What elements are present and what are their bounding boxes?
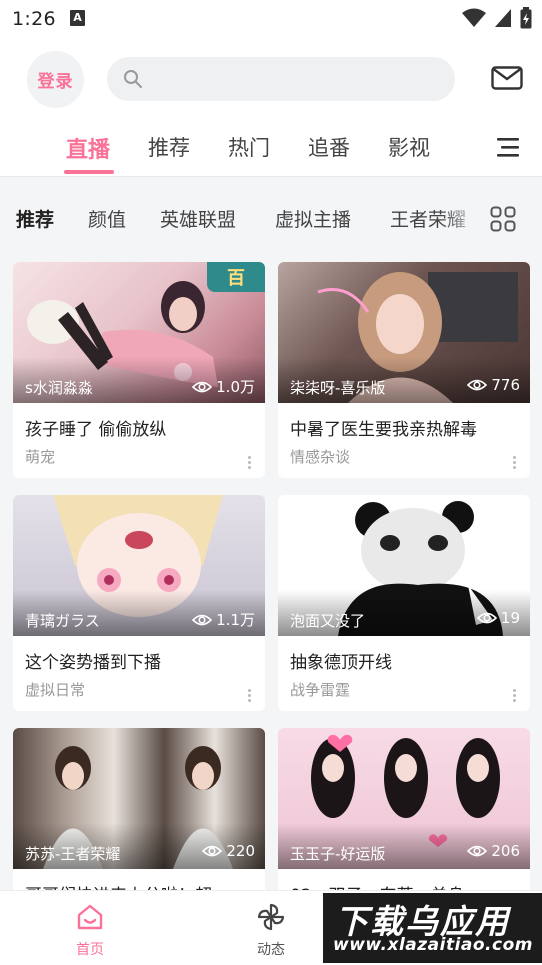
nav-feed-label: 动态 <box>257 942 285 958</box>
card-category[interactable]: 情感杂谈 <box>290 446 350 467</box>
card-title: 中暑了医生要我亲热解毒 <box>290 420 477 440</box>
eye-icon <box>467 379 488 391</box>
status-time: 1:26 <box>12 8 56 30</box>
more-options-icon[interactable] <box>513 456 516 470</box>
tabs-fade <box>440 177 485 255</box>
anchor-name: 青璃ガラス <box>25 612 100 630</box>
live-card[interactable]: 泡面又没了 19 抽象德顶开线 战争雷霆 <box>278 495 530 711</box>
live-card[interactable]: 柒柒呀-喜乐版 776 中暑了医生要我亲热解毒 情感杂谈 <box>278 262 530 478</box>
subtab-recommend[interactable]: 推荐 <box>16 205 54 232</box>
card-category[interactable]: 战争雷霆 <box>290 679 350 700</box>
eye-icon <box>192 381 213 392</box>
home-icon <box>77 904 103 930</box>
system-icons <box>462 7 532 29</box>
subtab-looks[interactable]: 颜值 <box>88 205 126 232</box>
viewer-count: 206 <box>467 842 520 860</box>
login-button[interactable]: 登录 <box>27 51 84 108</box>
pinwheel-icon <box>257 903 285 931</box>
signal-icon <box>495 9 511 27</box>
live-card[interactable]: 青璃ガラス 1.1万 这个姿势播到下播 虚拟日常 <box>13 495 265 711</box>
card-title: 这个姿势播到下播 <box>25 653 161 673</box>
viewer-count: 19 <box>476 609 520 627</box>
subtab-vtuber[interactable]: 虚拟主播 <box>275 205 351 232</box>
card-title: 抽象德顶开线 <box>290 653 392 673</box>
battery-icon <box>520 7 532 29</box>
more-options-icon[interactable] <box>248 689 251 703</box>
search-icon <box>124 70 142 88</box>
mail-icon[interactable] <box>491 66 523 90</box>
search-input[interactable] <box>151 65 441 93</box>
nav-home-label: 首页 <box>76 942 104 958</box>
tab-hot[interactable]: 热门 <box>228 132 270 162</box>
tab-live[interactable]: 直播 <box>66 132 110 164</box>
more-options-icon[interactable] <box>248 456 251 470</box>
eye-icon <box>202 845 223 857</box>
grid-icon[interactable] <box>490 206 516 232</box>
more-options-icon[interactable] <box>513 689 516 703</box>
viewer-count-value: 206 <box>491 842 520 860</box>
tab-recommend[interactable]: 推荐 <box>148 132 190 162</box>
eye-icon <box>192 614 213 625</box>
subtab-lol[interactable]: 英雄联盟 <box>160 205 236 232</box>
anchor-name: s水润淼淼 <box>25 379 93 397</box>
content-area: 推荐 颜值 英雄联盟 虚拟主播 王者荣耀 百 s水润淼淼 1.0万 孩子睡了 偷… <box>0 176 542 965</box>
nav-home[interactable]: 首页 <box>50 891 130 965</box>
viewer-count: 220 <box>202 842 255 860</box>
search-bar[interactable] <box>107 57 455 101</box>
anchor-name: 玉玉子-好运版 <box>290 845 386 863</box>
tab-movies[interactable]: 影视 <box>388 132 430 162</box>
card-category[interactable]: 虚拟日常 <box>25 679 85 700</box>
status-bar: 1:26 A <box>0 0 542 38</box>
viewer-count-value: 1.1万 <box>216 611 255 629</box>
tab-anime[interactable]: 追番 <box>308 132 350 162</box>
category-tabs: 推荐 颜值 英雄联盟 虚拟主播 王者荣耀 <box>0 177 542 255</box>
viewer-count-value: 1.0万 <box>216 378 255 396</box>
menu-icon[interactable] <box>497 136 519 158</box>
top-tabs: 直播 推荐 热门 追番 影视 <box>0 126 542 176</box>
badge-icon: 百 <box>207 262 265 292</box>
viewer-count-value: 776 <box>491 376 520 394</box>
notification-icon: A <box>70 10 85 26</box>
card-category[interactable]: 萌宠 <box>25 446 55 467</box>
viewer-count: 776 <box>467 376 520 394</box>
eye-icon <box>467 845 488 857</box>
viewer-count: 1.1万 <box>192 609 255 630</box>
nav-feed[interactable]: 动态 <box>231 891 311 965</box>
viewer-count: 1.0万 <box>192 376 255 397</box>
anchor-name: 柒柒呀-喜乐版 <box>290 379 386 397</box>
eye-icon <box>476 612 497 624</box>
wifi-icon <box>462 8 486 27</box>
card-title: 孩子睡了 偷偷放纵 <box>25 420 167 440</box>
header: 登录 <box>0 48 542 110</box>
active-tab-indicator <box>64 170 114 174</box>
watermark-url: www.xlazaitiao.com <box>333 935 533 955</box>
viewer-count-value: 220 <box>226 842 255 860</box>
site-watermark: 下载乌应用 www.xlazaitiao.com <box>323 893 542 963</box>
anchor-name: 泡面又没了 <box>290 612 366 630</box>
live-card[interactable]: 百 s水润淼淼 1.0万 孩子睡了 偷偷放纵 萌宠 <box>13 262 265 478</box>
anchor-name: 苏苏-王者荣耀 <box>25 845 121 863</box>
viewer-count-value: 19 <box>500 609 520 627</box>
